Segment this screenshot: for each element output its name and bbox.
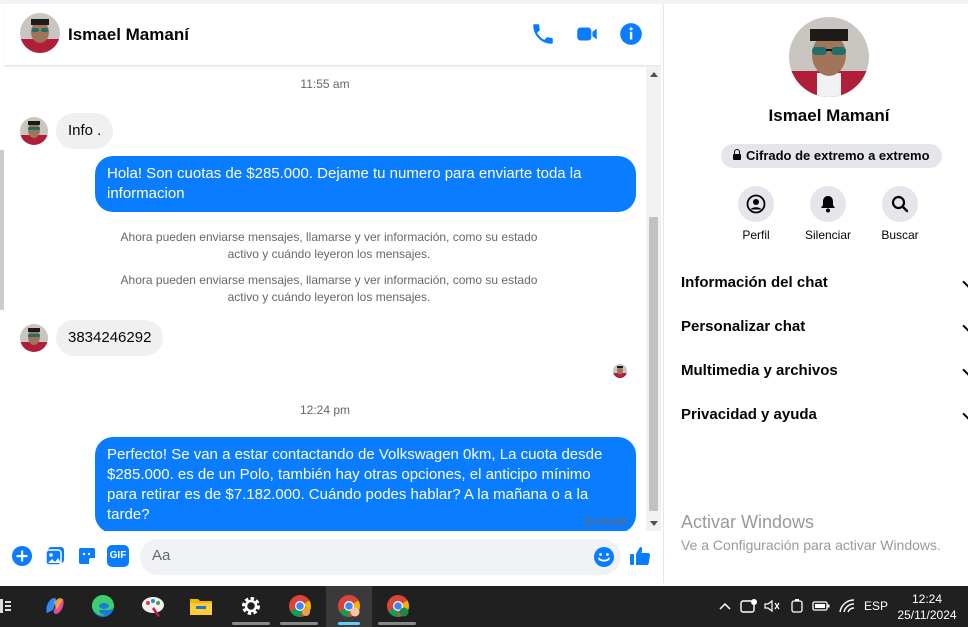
- message-scrollbar[interactable]: [646, 67, 661, 531]
- timestamp: 12:24 pm: [299, 403, 351, 417]
- watermark-subtitle: Ve a Configuración para activar Windows.: [681, 537, 941, 553]
- profile-label: Perfil: [742, 228, 770, 242]
- mute-label: Silenciar: [804, 228, 852, 242]
- taskbar-indicator: [378, 622, 416, 625]
- contact-profile-photo[interactable]: [789, 17, 869, 97]
- windows-taskbar: ESP 12:24 25/11/2024: [0, 586, 968, 627]
- video-camera-icon[interactable]: [574, 21, 600, 47]
- messenger-window: Ismael Mamaní 11:55 am Info . Hola! Son …: [0, 0, 968, 627]
- lock-icon: [733, 149, 741, 160]
- task-view-icon[interactable]: [0, 599, 12, 613]
- system-note: Ahora pueden enviarse mensajes, llamarse…: [120, 273, 538, 304]
- chevron-down-icon: [962, 364, 968, 376]
- search-icon[interactable]: [882, 186, 918, 222]
- message-composer: GIF: [4, 535, 661, 579]
- chevron-down-icon: [962, 320, 968, 332]
- gif-icon[interactable]: GIF: [107, 545, 129, 567]
- taskbar-indicator: [232, 622, 270, 625]
- scroll-down-arrow-icon[interactable]: [650, 521, 658, 526]
- menu-media-files[interactable]: Multimedia y archivos: [681, 362, 968, 379]
- conversation-details-panel: Ismael Mamaní Cifrado de extremo a extre…: [663, 4, 968, 583]
- system-note: Ahora pueden enviarse mensajes, llamarse…: [120, 230, 538, 261]
- taskbar-active-indicator: [338, 622, 360, 625]
- battery-icon[interactable]: [812, 599, 830, 613]
- menu-label: Multimedia y archivos: [681, 362, 838, 379]
- seen-indicator-avatar: [613, 364, 627, 378]
- phone-icon[interactable]: [530, 21, 556, 47]
- paint-app-icon[interactable]: [140, 593, 166, 619]
- chrome-profile-icon[interactable]: [385, 593, 411, 619]
- message-list[interactable]: 11:55 am Info . Hola! Son cuotas de $285…: [4, 67, 646, 531]
- windows-activation-watermark: Activar Windows Ve a Configuración para …: [681, 512, 941, 553]
- chrome-profile-icon[interactable]: [336, 593, 362, 619]
- watermark-title: Activar Windows: [681, 512, 815, 532]
- taskbar-indicator: [280, 622, 318, 625]
- chat-header: Ismael Mamaní: [4, 4, 661, 66]
- usb-device-icon[interactable]: [740, 598, 758, 614]
- contact-name[interactable]: Ismael Mamaní: [68, 25, 189, 45]
- taskbar-clock[interactable]: 12:24 25/11/2024: [895, 591, 959, 623]
- menu-chat-info[interactable]: Información del chat: [681, 274, 968, 291]
- message-input-box[interactable]: [140, 539, 621, 575]
- encryption-badge[interactable]: Cifrado de extremo a extremo: [721, 144, 942, 168]
- edge-browser-icon[interactable]: [90, 593, 116, 619]
- outgoing-message[interactable]: Hola! Son cuotas de $285.000. Dejame tu …: [95, 156, 636, 212]
- clock-time: 12:24: [911, 592, 943, 606]
- sticker-icon[interactable]: [76, 545, 98, 567]
- image-icon[interactable]: [44, 545, 66, 567]
- chrome-icon[interactable]: [287, 593, 313, 619]
- chevron-up-icon[interactable]: [718, 601, 732, 611]
- contact-avatar-small[interactable]: [20, 324, 48, 352]
- message-status: Enviado: [585, 514, 629, 528]
- chat-panel: Ismael Mamaní 11:55 am Info . Hola! Son …: [4, 4, 661, 583]
- message-input[interactable]: [152, 547, 572, 564]
- menu-privacy-help[interactable]: Privacidad y ayuda: [681, 406, 968, 423]
- menu-label: Información del chat: [681, 274, 828, 291]
- copilot-icon[interactable]: [42, 593, 68, 619]
- outgoing-message[interactable]: Perfecto! Se van a estar contactando de …: [95, 437, 636, 531]
- menu-customize-chat[interactable]: Personalizar chat: [681, 318, 968, 335]
- encryption-label: Cifrado de extremo a extremo: [746, 148, 930, 163]
- menu-label: Privacidad y ayuda: [681, 406, 817, 423]
- settings-gear-icon[interactable]: [238, 593, 264, 619]
- like-icon[interactable]: [628, 544, 652, 568]
- speaker-muted-icon[interactable]: [764, 599, 780, 613]
- chevron-down-icon: [962, 276, 968, 288]
- menu-label: Personalizar chat: [681, 318, 806, 335]
- profile-name: Ismael Mamaní: [768, 106, 890, 125]
- info-icon[interactable]: [618, 21, 644, 47]
- emoji-icon[interactable]: [593, 546, 615, 568]
- chevron-down-icon: [962, 408, 968, 420]
- scroll-up-arrow-icon[interactable]: [650, 72, 658, 77]
- incoming-message[interactable]: 3834246292: [56, 320, 164, 356]
- profile-action[interactable]: Perfil: [726, 186, 786, 242]
- clock-date: 25/11/2024: [897, 608, 957, 622]
- bell-icon[interactable]: [810, 186, 846, 222]
- mute-action[interactable]: Silenciar: [798, 186, 858, 242]
- scroll-thumb[interactable]: [649, 217, 658, 511]
- search-action[interactable]: Buscar: [870, 186, 930, 242]
- input-language[interactable]: ESP: [864, 599, 888, 613]
- incoming-message[interactable]: Info .: [56, 113, 114, 149]
- battery-saver-icon[interactable]: [790, 598, 804, 614]
- wifi-icon[interactable]: [838, 598, 856, 614]
- file-explorer-icon[interactable]: [188, 593, 214, 619]
- search-label: Buscar: [881, 228, 919, 242]
- contact-avatar-small[interactable]: [20, 117, 48, 145]
- plus-icon[interactable]: [11, 545, 33, 567]
- profile-icon[interactable]: [738, 186, 774, 222]
- timestamp: 11:55 am: [300, 77, 350, 91]
- contact-avatar[interactable]: [20, 13, 60, 53]
